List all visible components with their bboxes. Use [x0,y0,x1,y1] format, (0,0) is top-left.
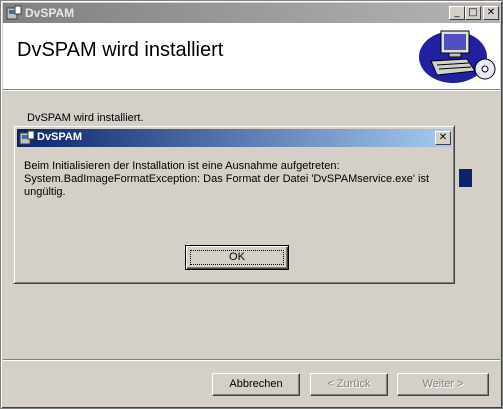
ok-button[interactable]: OK [185,245,289,270]
footer-divider-highlight [3,360,500,361]
cancel-button[interactable]: Abbrechen [212,373,300,396]
maximize-icon: □ [468,7,478,18]
window-title: DvSPAM [25,6,75,20]
message-line: System.BadImageFormatException: Das Form… [24,173,430,185]
progress-bar [459,169,472,187]
installer-app-icon [19,130,35,145]
error-dialog: DvSPAM ✕ Beim Initialisieren der Install… [13,125,455,284]
window-titlebar[interactable]: DvSPAM _ □ ✕ [3,3,500,23]
computer-cd-icon [419,30,496,83]
dialog-close-button[interactable]: ✕ [435,131,451,145]
dialog-title: DvSPAM [37,131,83,143]
header-divider [3,90,500,91]
close-icon: ✕ [438,132,448,143]
maximize-button[interactable]: □ [465,6,481,20]
status-text: DvSPAM wird installiert. [27,112,144,124]
dialog-message: Beim Initialisieren der Installation ist… [24,160,439,199]
minimize-button[interactable]: _ [449,6,465,20]
dialog-titlebar[interactable]: DvSPAM ✕ [17,129,451,147]
next-button[interactable]: Weiter > [397,373,489,396]
back-button[interactable]: < Zurück [310,373,388,396]
close-icon: ✕ [486,7,496,18]
header-panel: DvSPAM wird installiert [3,23,500,90]
message-line: Beim Initialisieren der Installation ist… [24,160,340,172]
installer-app-icon [6,5,22,20]
focus-rect [190,250,284,265]
message-line: ungültig. [24,186,66,198]
close-button[interactable]: ✕ [483,6,499,20]
page-title: DvSPAM wird installiert [17,39,224,61]
minimize-icon: _ [454,7,460,18]
